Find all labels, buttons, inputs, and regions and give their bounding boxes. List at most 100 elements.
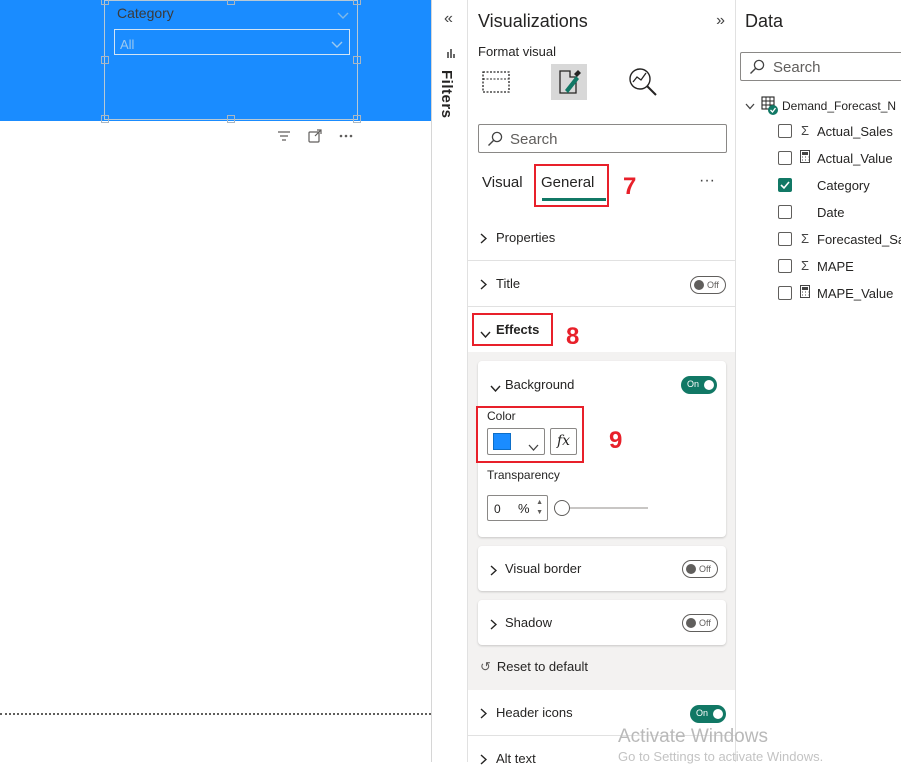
percent-unit: % xyxy=(518,501,530,516)
page-boundary xyxy=(0,713,431,715)
resize-handle[interactable] xyxy=(353,115,361,123)
shadow-toggle[interactable]: Off xyxy=(682,614,718,632)
chevron-down-icon xyxy=(331,37,343,52)
resize-handle[interactable] xyxy=(101,115,109,123)
calculator-icon xyxy=(798,150,812,166)
sigma-icon: Σ xyxy=(800,231,810,246)
search-icon xyxy=(749,59,765,79)
calculator-icon xyxy=(798,285,812,301)
toggle-label: On xyxy=(687,379,700,389)
slicer-dropdown-value: All xyxy=(120,37,135,52)
format-visual-icon[interactable] xyxy=(551,64,587,100)
resize-handle[interactable] xyxy=(101,56,109,64)
search-icon xyxy=(487,131,503,151)
data-pane: Data Search Demand_Forecast_N Σ Actual_S… xyxy=(736,0,901,762)
toggle-knob xyxy=(686,618,696,628)
section-label: Title xyxy=(496,276,521,291)
resize-handle[interactable] xyxy=(353,56,361,64)
field-checkbox[interactable] xyxy=(778,286,792,300)
slicer-header: Category xyxy=(117,5,174,21)
chevron-right-icon xyxy=(480,231,488,249)
chevron-right-icon xyxy=(490,563,498,581)
transparency-value: 0 xyxy=(494,502,501,516)
chevron-down-icon[interactable] xyxy=(490,379,501,397)
visual-border-card[interactable]: Visual border Off xyxy=(478,546,726,591)
data-search-input[interactable]: Search xyxy=(740,52,901,81)
toggle-knob xyxy=(704,380,714,390)
collapse-visualizations-icon[interactable]: » xyxy=(716,12,725,30)
section-title[interactable]: Title Off xyxy=(468,261,735,307)
chevron-down-icon[interactable] xyxy=(337,7,349,25)
visualizations-search-input[interactable]: Search xyxy=(478,124,727,153)
chevron-right-icon xyxy=(480,752,488,770)
field-checkbox-checked[interactable] xyxy=(778,178,792,192)
table-icon xyxy=(761,96,779,119)
visual-header-icons xyxy=(275,127,354,144)
more-options-icon[interactable] xyxy=(337,127,354,144)
shadow-label: Shadow xyxy=(505,615,552,630)
annotation-number: 8 xyxy=(566,323,580,350)
field-checkbox[interactable] xyxy=(778,205,792,219)
sigma-icon: Σ xyxy=(800,123,810,138)
transparency-input[interactable]: 0 % ▲ ▼ xyxy=(487,495,548,521)
search-placeholder: Search xyxy=(510,131,558,148)
visual-border-toggle[interactable]: Off xyxy=(682,560,718,578)
annotation-number: 7 xyxy=(623,173,637,200)
toggle-knob xyxy=(694,280,704,290)
search-placeholder: Search xyxy=(773,59,821,76)
slicer-dropdown[interactable]: All xyxy=(114,29,350,55)
filters-pane-collapsed[interactable]: « Filters xyxy=(431,0,467,762)
toggle-label: Off xyxy=(707,280,719,290)
build-visual-icon[interactable] xyxy=(478,64,514,100)
resize-handle[interactable] xyxy=(101,0,109,5)
more-options-icon[interactable]: ··· xyxy=(699,172,715,190)
title-toggle[interactable]: Off xyxy=(690,276,726,294)
toggle-label: Off xyxy=(699,564,711,574)
resize-handle[interactable] xyxy=(227,115,235,123)
toggle-label: On xyxy=(696,708,709,718)
format-visual-label: Format visual xyxy=(478,44,557,59)
background-card: Background On Color fx Transparency 0 % … xyxy=(476,361,726,537)
filters-icon xyxy=(446,46,456,64)
section-properties[interactable]: Properties xyxy=(468,215,735,261)
filters-label[interactable]: Filters xyxy=(438,70,455,119)
visual-border-label: Visual border xyxy=(505,561,582,576)
field-name: MAPE xyxy=(817,259,854,274)
reset-icon: ↺ xyxy=(480,659,491,674)
field-name: Category xyxy=(817,178,870,193)
annotation-number: 9 xyxy=(609,427,623,454)
data-title: Data xyxy=(745,11,784,31)
tab-visual[interactable]: Visual xyxy=(482,174,523,191)
transparency-slider-thumb[interactable] xyxy=(554,500,570,516)
field-checkbox[interactable] xyxy=(778,232,792,246)
transparency-slider-track[interactable] xyxy=(562,507,648,509)
field-checkbox[interactable] xyxy=(778,259,792,273)
annotation-box xyxy=(472,313,553,346)
section-label: Properties xyxy=(496,230,556,245)
field-checkbox[interactable] xyxy=(778,124,792,138)
resize-handle[interactable] xyxy=(353,0,361,5)
category-slicer[interactable]: Category All xyxy=(101,0,361,123)
chevron-down-icon[interactable] xyxy=(745,99,755,113)
field-checkbox[interactable] xyxy=(778,151,792,165)
reset-to-default-button[interactable]: ↺ Reset to default xyxy=(480,659,588,675)
visualizations-pane: Visualizations » Format visual Search Vi… xyxy=(467,0,736,766)
visualizations-title: Visualizations xyxy=(478,11,588,31)
activate-windows-watermark: Activate Windows xyxy=(618,726,768,747)
resize-handle[interactable] xyxy=(227,0,235,5)
background-toggle[interactable]: On xyxy=(681,376,717,394)
header-icons-toggle[interactable]: On xyxy=(690,705,726,723)
field-name: MAPE_Value xyxy=(817,286,894,301)
spinner-icon[interactable]: ▲ ▼ xyxy=(536,498,543,518)
collapse-filters-icon[interactable]: « xyxy=(444,10,453,28)
effects-panel: Background On Color fx Transparency 0 % … xyxy=(468,352,735,690)
field-name: Date xyxy=(817,205,845,220)
analytics-icon[interactable] xyxy=(625,64,661,100)
toggle-label: Off xyxy=(699,618,711,628)
section-label: Alt text xyxy=(496,751,536,766)
shadow-card[interactable]: Shadow Off xyxy=(478,600,726,645)
focus-mode-icon[interactable] xyxy=(306,127,323,144)
report-canvas[interactable]: Category All xyxy=(0,0,431,762)
toggle-knob xyxy=(686,564,696,574)
filter-icon[interactable] xyxy=(275,127,292,144)
